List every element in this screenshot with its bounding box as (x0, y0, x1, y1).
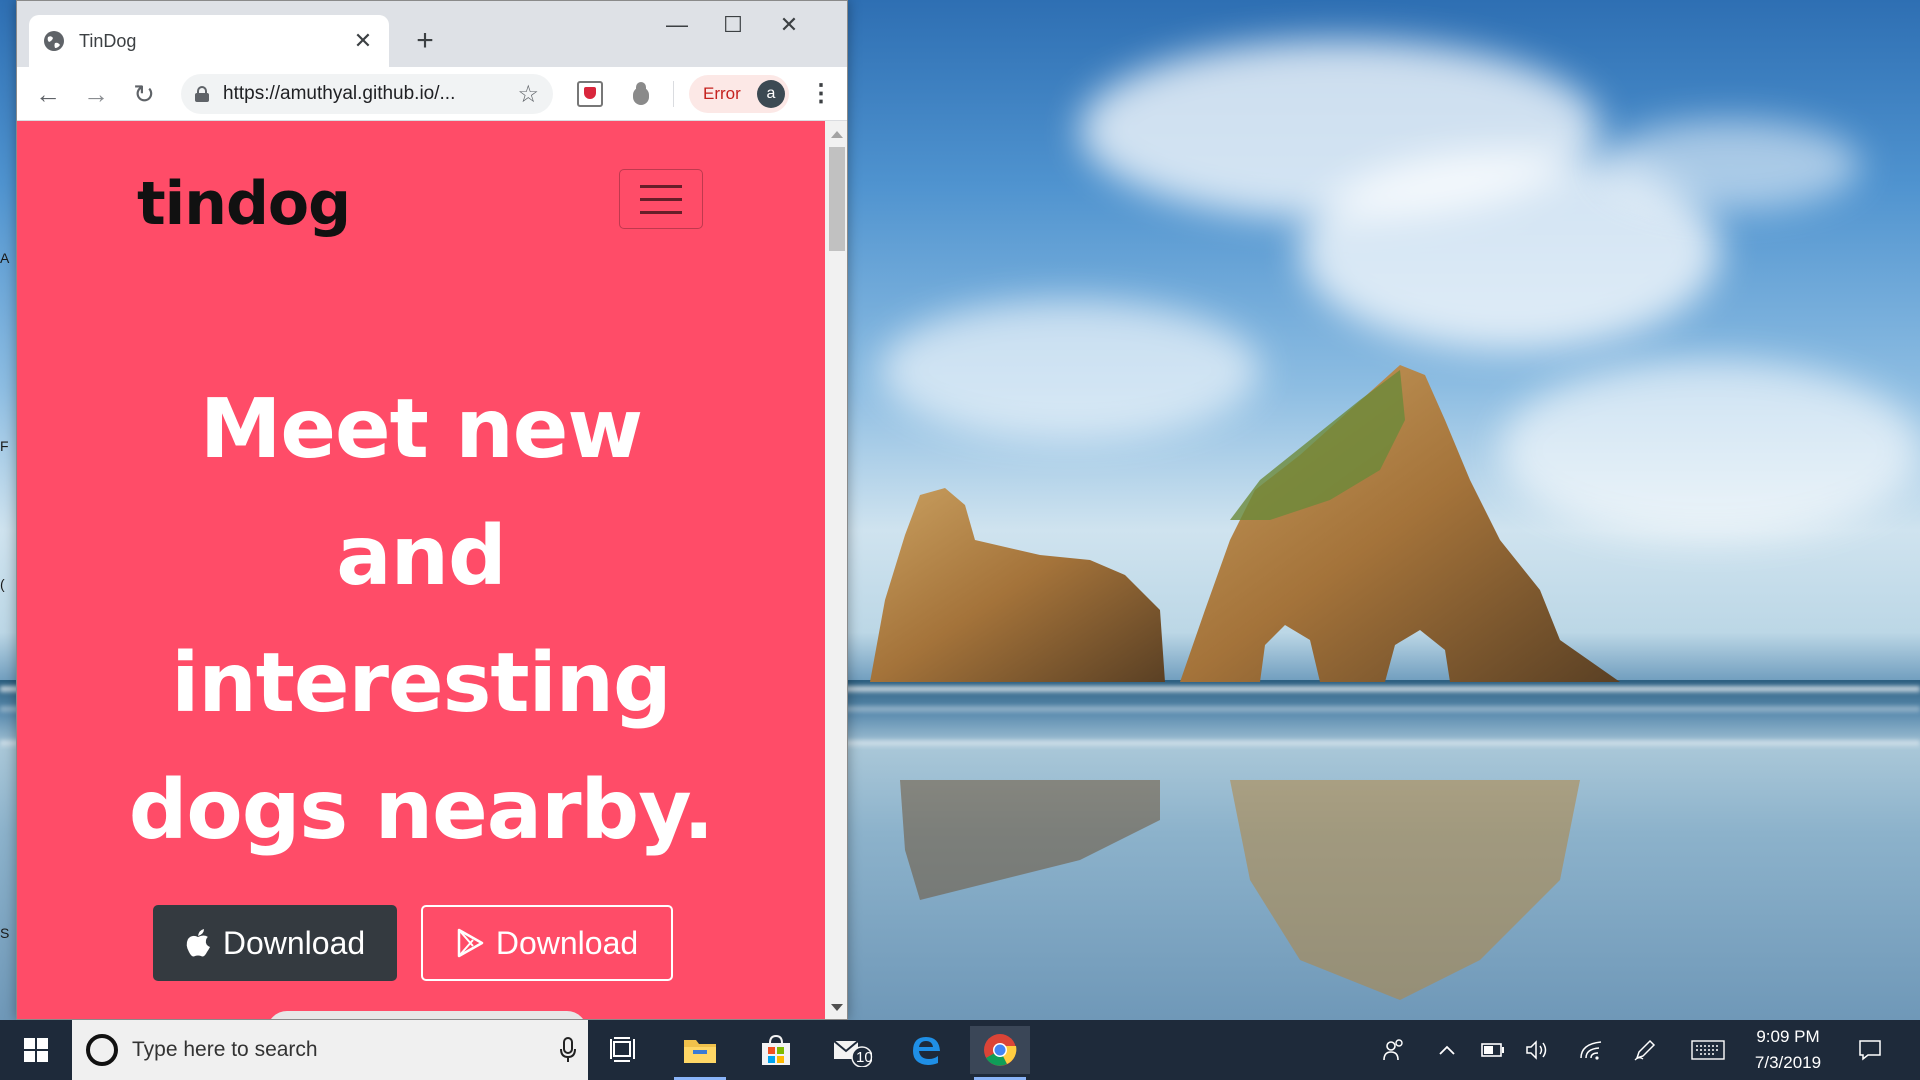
clock-date: 7/3/2019 (1754, 1053, 1822, 1072)
tab-strip: TinDog ✕ + — ☐ ✕ (17, 1, 847, 67)
headline-line: dogs nearby. (128, 763, 715, 858)
avatar: a (757, 80, 785, 108)
browser-toolbar: ← → ↻ https://amuthyal.github.io/... ☆ E… (17, 67, 847, 121)
microsoft-store-button[interactable] (746, 1026, 806, 1074)
navbar-brand[interactable]: tindog (137, 169, 351, 239)
task-view-icon (610, 1037, 635, 1062)
start-button[interactable] (0, 1020, 72, 1080)
search-placeholder: Type here to search (132, 1038, 318, 1061)
desktop-icon-label: F (0, 438, 9, 454)
lock-icon[interactable] (195, 86, 209, 102)
system-clock[interactable]: 9:09 PM 7/3/2019 (1718, 1024, 1858, 1076)
profile-error-button[interactable]: Error a (689, 75, 789, 113)
headline-line: interesting (171, 636, 672, 731)
back-button[interactable]: ← (31, 77, 65, 111)
desktop-icon-label: ( (0, 576, 5, 592)
pen-workspace-icon[interactable] (1628, 1020, 1662, 1080)
browser-window: TinDog ✕ + — ☐ ✕ ← → ↻ https://amuthyal.… (16, 0, 848, 1020)
navbar-toggler-button[interactable] (619, 169, 703, 229)
windows-logo-icon (24, 1038, 48, 1062)
headline-line: Meet new (199, 382, 643, 477)
minimize-button[interactable]: — (649, 5, 705, 45)
extension-bug-icon[interactable] (629, 81, 653, 107)
new-tab-button[interactable]: + (407, 23, 443, 59)
toolbar-divider (673, 81, 674, 107)
tab-title: TinDog (79, 30, 137, 51)
address-bar[interactable]: https://amuthyal.github.io/... ☆ (181, 74, 553, 114)
clock-time: 9:09 PM (1756, 1027, 1820, 1046)
taskbar: Type here to search 10 9:09 PM 7/3/2019 (0, 1020, 1920, 1080)
apple-download-label: Download (222, 924, 366, 961)
folder-icon (684, 1040, 716, 1063)
hero-headline: Meet new and interesting dogs nearby. (17, 366, 825, 874)
chrome-icon (984, 1034, 1017, 1066)
page-viewport: tindog Meet new and interesting dogs nea… (17, 121, 825, 1019)
tab-tindog[interactable]: TinDog ✕ (29, 15, 389, 67)
page-scrollbar[interactable] (825, 121, 847, 1019)
show-hidden-icons-chevron-icon[interactable] (1430, 1020, 1464, 1080)
hamburger-icon (640, 185, 682, 188)
scroll-down-arrow-icon[interactable] (831, 1004, 843, 1011)
edge-browser-button[interactable] (896, 1026, 956, 1074)
scroll-thumb[interactable] (829, 147, 845, 251)
apple-download-button[interactable]: Download (153, 905, 397, 981)
action-center-icon[interactable] (1848, 1020, 1892, 1080)
close-tab-icon[interactable]: ✕ (351, 28, 375, 54)
url-text[interactable]: https://amuthyal.github.io/... (223, 83, 517, 105)
apple-icon (186, 929, 210, 957)
people-icon[interactable] (1374, 1020, 1414, 1080)
browser-menu-icon[interactable]: ⋮ (809, 77, 833, 111)
store-bag-icon (762, 1034, 790, 1065)
mail-button[interactable]: 10 (822, 1026, 882, 1074)
task-view-button[interactable] (594, 1026, 654, 1074)
chrome-taskbar-button[interactable] (970, 1026, 1030, 1080)
mail-badge: 10 (856, 1049, 873, 1066)
wifi-icon[interactable] (1574, 1020, 1608, 1080)
maximize-button[interactable]: ☐ (705, 5, 761, 45)
extension-pocket-icon[interactable] (577, 81, 603, 107)
volume-icon[interactable] (1520, 1020, 1554, 1080)
desktop-icon-label: S (0, 925, 10, 941)
cortana-icon (86, 1034, 118, 1066)
bookmark-star-icon[interactable]: ☆ (517, 80, 539, 109)
forward-button[interactable]: → (79, 77, 113, 111)
battery-icon[interactable] (1476, 1020, 1510, 1080)
error-label: Error (703, 84, 741, 103)
file-explorer-button[interactable] (670, 1026, 730, 1080)
play-download-label: Download (495, 924, 639, 961)
microphone-icon[interactable] (548, 1036, 588, 1064)
hero-image-top-edge (267, 1011, 587, 1019)
play-download-button[interactable]: Download (421, 905, 673, 981)
reload-button[interactable]: ↻ (127, 77, 161, 111)
scroll-up-arrow-icon[interactable] (831, 131, 843, 138)
close-window-button[interactable]: ✕ (761, 5, 817, 45)
edge-icon (913, 1037, 940, 1065)
globe-icon (44, 31, 64, 51)
desktop-icon-label: A (0, 250, 10, 266)
headline-line: and (336, 509, 506, 604)
taskbar-search-box[interactable]: Type here to search (72, 1020, 588, 1080)
google-play-icon (457, 928, 484, 958)
